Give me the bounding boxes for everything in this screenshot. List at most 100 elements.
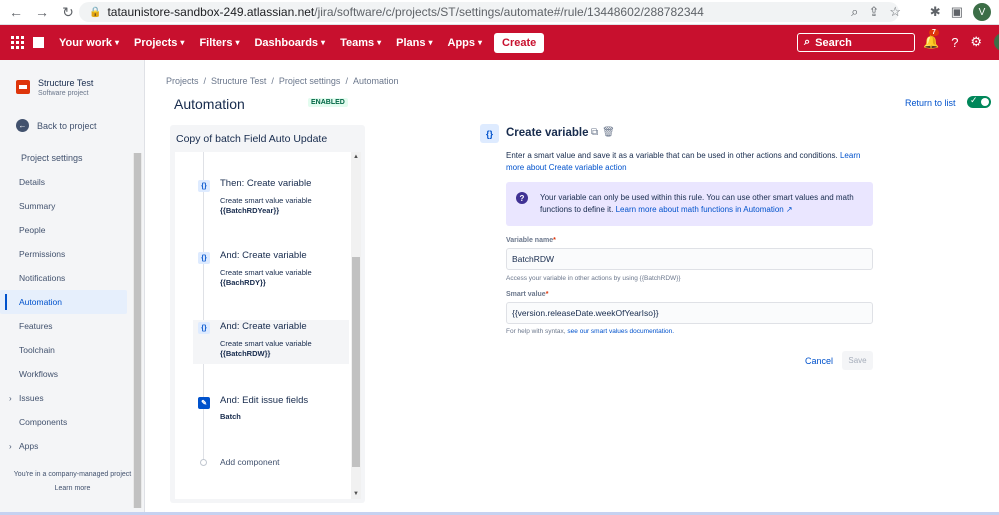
search-input[interactable]: ⌕ Search — [797, 33, 915, 52]
search-icon: ⌕ — [804, 36, 811, 48]
save-button[interactable]: Save — [842, 351, 873, 370]
reload-icon[interactable]: ↻ — [58, 2, 78, 22]
sidebar-scrollbar[interactable] — [133, 153, 142, 508]
copy-icon[interactable]: ⧉ — [591, 127, 598, 138]
smart-value-label: Smart value* — [506, 291, 549, 298]
rule-step-create-variable-3[interactable]: {} And: Create variable Create smart val… — [193, 320, 349, 364]
step-title: Then: Create variable — [220, 178, 312, 189]
nav-projects[interactable]: Projects ▾ — [134, 37, 184, 49]
url-path: /jira/software/c/projects/ST/settings/au… — [314, 5, 704, 19]
sidebar-item-notifications[interactable]: Notifications — [0, 266, 133, 290]
chevron-down-icon: ▾ — [478, 38, 483, 47]
return-to-list-link[interactable]: Return to list — [905, 98, 956, 108]
curly-braces-icon: {} — [198, 322, 210, 334]
app-switcher-icon[interactable] — [11, 35, 25, 50]
notifications-icon[interactable]: 🔔 7 — [923, 29, 939, 50]
breadcrumb: Projects / Structure Test / Project settin… — [166, 76, 399, 86]
step-title: And: Edit issue fields — [220, 395, 309, 406]
pencil-icon: ✎ — [198, 397, 210, 409]
lock-icon: 🔒 — [89, 6, 102, 18]
sidebar-item-details[interactable]: Details — [0, 170, 133, 194]
rule-step-create-variable-1[interactable]: {} Then: Create variable Create smart va… — [193, 178, 349, 236]
sidebar-item-people[interactable]: People — [0, 218, 133, 242]
chevron-right-icon: › — [9, 441, 12, 451]
sidebar-item-toolchain[interactable]: Toolchain — [0, 338, 133, 362]
rule-step-edit-issue-fields[interactable]: ✎ And: Edit issue fields Batch — [193, 395, 349, 425]
avatar[interactable]: V — [994, 33, 999, 51]
add-component-dot-icon — [200, 459, 207, 466]
nav-apps[interactable]: Apps ▾ — [448, 37, 483, 49]
project-header[interactable]: Structure Test Software project — [16, 78, 93, 97]
sidebar-item-workflows[interactable]: Workflows — [0, 362, 133, 386]
create-button[interactable]: Create — [494, 32, 545, 53]
breadcrumb-project[interactable]: Structure Test — [211, 76, 266, 86]
sidebar-item-features[interactable]: Features — [0, 314, 133, 338]
side-panel-icon[interactable]: ▣ — [951, 4, 963, 20]
forward-arrow-icon[interactable]: → — [32, 2, 52, 22]
math-functions-link[interactable]: Learn more about math functions in Autom… — [616, 205, 793, 214]
trash-icon[interactable]: 🗑 — [602, 127, 615, 138]
nav-filters[interactable]: Filters ▾ — [199, 37, 239, 49]
breadcrumb-automation[interactable]: Automation — [353, 76, 399, 86]
rule-panel-scrollbar[interactable]: ▲ ▼ — [351, 152, 361, 499]
step-title: And: Create variable — [220, 250, 307, 261]
learn-more-link[interactable]: Learn more — [0, 485, 145, 492]
rule-builder-panel: Copy of batch Field Auto Update {} Then:… — [170, 125, 365, 503]
chevron-down-icon: ▾ — [428, 38, 433, 47]
project-name: Structure Test — [38, 78, 94, 88]
bookmark-star-icon[interactable]: ☆ — [889, 4, 901, 20]
sidebar-item-apps[interactable]: › Apps — [0, 434, 133, 458]
url-host: tataunistore-sandbox-249.atlassian.net — [107, 5, 315, 19]
nav-plans[interactable]: Plans ▾ — [396, 37, 432, 49]
chevron-down-icon: ▾ — [180, 38, 185, 47]
chevron-down-icon: ▾ — [377, 38, 382, 47]
settings-gear-icon[interactable]: ⚙ — [970, 34, 982, 50]
zoom-icon[interactable]: ⌕ — [851, 4, 858, 20]
cancel-button[interactable]: Cancel — [800, 351, 838, 370]
breadcrumb-projects[interactable]: Projects — [166, 76, 199, 86]
sidebar-menu: Details Summary People Permissions Notif… — [0, 170, 133, 458]
sidebar-item-permissions[interactable]: Permissions — [0, 242, 133, 266]
status-badge: ENABLED — [308, 98, 348, 107]
nav-dashboards[interactable]: Dashboards ▾ — [254, 37, 325, 49]
component-title: Create variable — [506, 127, 589, 139]
breadcrumb-project-settings[interactable]: Project settings — [279, 76, 341, 86]
page-title: Automation — [174, 96, 245, 112]
search-placeholder: Search — [815, 36, 852, 49]
question-icon: ? — [516, 192, 528, 204]
jira-top-nav: Your work ▾ Projects ▾ Filters ▾ Dashboards… — [0, 25, 999, 60]
rule-step-create-variable-2[interactable]: {} And: Create variable Create smart val… — [193, 250, 349, 308]
company-managed-note: You're in a company-managed project — [13, 471, 132, 478]
smart-value-field[interactable] — [506, 302, 873, 324]
check-icon: ✓ — [970, 95, 978, 105]
jira-logo-icon[interactable] — [33, 37, 44, 48]
info-panel: ? Your variable can only be used within … — [506, 182, 873, 226]
address-bar[interactable]: 🔒 tataunistore-sandbox-249.atlassian.net… — [79, 2, 899, 22]
sidebar-footer: You're in a company-managed project Lear… — [0, 471, 145, 492]
smart-values-docs-link[interactable]: see our smart values documentation. — [567, 328, 674, 335]
nav-teams[interactable]: Teams ▾ — [340, 37, 381, 49]
description-text: Enter a smart value and save it as a var… — [506, 151, 840, 160]
help-icon[interactable]: ? — [951, 35, 958, 50]
browser-toolbar: ← → ↻ 🔒 tataunistore-sandbox-249.atlassi… — [0, 0, 999, 25]
sidebar-item-issues[interactable]: › Issues — [0, 386, 133, 410]
back-arrow-icon[interactable]: ← — [6, 2, 26, 22]
chevron-right-icon: › — [9, 393, 12, 403]
component-description: Enter a smart value and save it as a var… — [506, 150, 876, 174]
share-icon[interactable]: ⇪ — [868, 4, 879, 20]
scroll-down-icon[interactable]: ▼ — [353, 491, 359, 497]
add-component-link[interactable]: Add component — [220, 457, 280, 467]
sidebar-item-summary[interactable]: Summary — [0, 194, 133, 218]
sidebar-item-automation[interactable]: Automation — [0, 290, 127, 314]
rule-name[interactable]: Copy of batch Field Auto Update — [176, 133, 327, 145]
browser-profile-avatar[interactable]: V — [973, 3, 991, 21]
rule-enabled-toggle[interactable]: ✓ — [967, 95, 991, 108]
curly-braces-icon: {} — [480, 124, 499, 143]
chevron-down-icon: ▾ — [235, 38, 240, 47]
sidebar-item-components[interactable]: Components — [0, 410, 133, 434]
nav-your-work[interactable]: Your work ▾ — [59, 37, 119, 49]
back-to-project-link[interactable]: ← Back to project — [16, 119, 97, 132]
extensions-icon[interactable]: ✱ — [930, 4, 941, 20]
scroll-up-icon[interactable]: ▲ — [353, 154, 359, 160]
variable-name-field[interactable] — [506, 248, 873, 270]
